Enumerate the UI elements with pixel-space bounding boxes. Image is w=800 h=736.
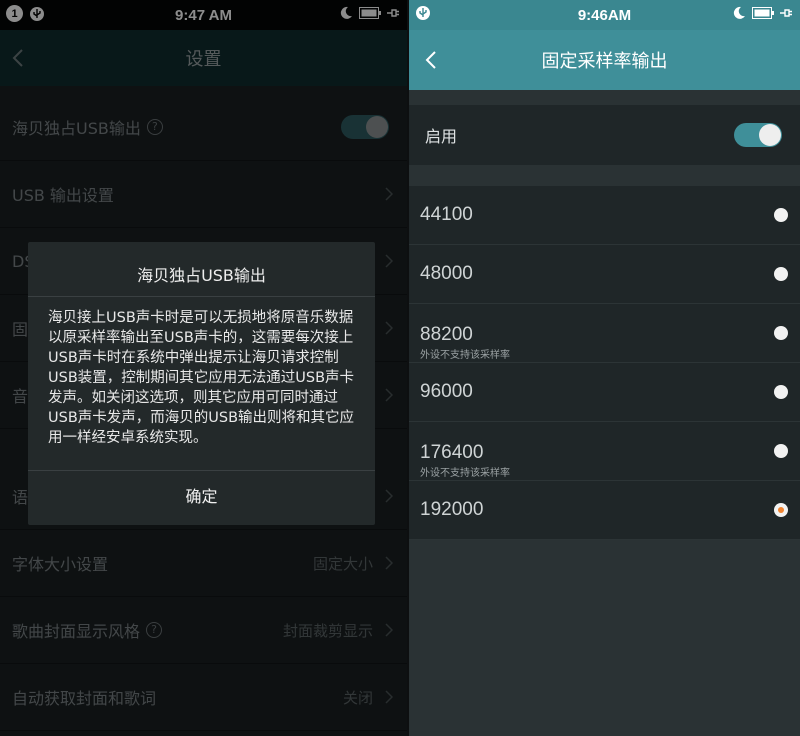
- title-bar: 固定采样率输出: [409, 30, 800, 90]
- status-time: 9:46AM: [577, 6, 632, 24]
- radio-button-selected[interactable]: [774, 503, 788, 517]
- rate-option[interactable]: 88200 外设不支持该采样率: [409, 304, 800, 363]
- usb-icon: [416, 6, 430, 20]
- moon-icon: [733, 6, 745, 19]
- radio-button[interactable]: [774, 326, 788, 340]
- settings-screen: 1 9:47 AM 设置 海贝独占USB输出 ? USB 输出设置 DS 固 音…: [0, 0, 407, 736]
- rate-value: 44100: [420, 204, 473, 225]
- dialog-message: 海贝接上USB声卡时是可以无损地将原音乐数据以原采样率输出至USB声卡的，这需要…: [48, 310, 355, 446]
- rate-unsupported-note: 外设不支持该采样率: [420, 350, 510, 361]
- dialog-divider: [28, 296, 375, 297]
- rate-option[interactable]: 44100: [409, 186, 800, 245]
- dialog-ok-button[interactable]: 确定: [28, 470, 375, 520]
- rate-value: 176400: [420, 442, 484, 463]
- charging-plug-icon: [780, 9, 792, 17]
- enable-toggle[interactable]: [734, 123, 782, 147]
- fixed-sample-rate-screen: 9:46AM 固定采样率输出 启用 44100 48000 88200 外设不支…: [409, 0, 800, 736]
- back-arrow-icon[interactable]: [425, 50, 437, 70]
- rate-option[interactable]: 176400 外设不支持该采样率: [409, 422, 800, 481]
- rate-value: 48000: [420, 263, 473, 284]
- dialog-title: 海贝独占USB输出: [137, 266, 266, 285]
- rate-option[interactable]: 48000: [409, 245, 800, 304]
- rate-unsupported-note: 外设不支持该采样率: [420, 468, 510, 479]
- sample-rate-list: 44100 48000 88200 外设不支持该采样率 96000 176400…: [409, 186, 800, 540]
- toggle-knob: [759, 124, 781, 146]
- rate-value: 192000: [420, 499, 484, 520]
- radio-button[interactable]: [774, 267, 788, 281]
- rate-value: 88200: [420, 324, 473, 345]
- exclusive-usb-dialog: 海贝独占USB输出 海贝接上USB声卡时是可以无损地将原音乐数据以原采样率输出至…: [28, 242, 375, 525]
- status-bar: 9:46AM: [409, 0, 800, 30]
- rate-option[interactable]: 96000: [409, 363, 800, 422]
- page-title: 固定采样率输出: [541, 51, 668, 72]
- rate-option[interactable]: 192000: [409, 481, 800, 540]
- enable-row[interactable]: 启用: [409, 105, 800, 165]
- radio-button[interactable]: [774, 208, 788, 222]
- rate-value: 96000: [420, 381, 473, 402]
- radio-button[interactable]: [774, 444, 788, 458]
- radio-button[interactable]: [774, 385, 788, 399]
- enable-label: 启用: [425, 127, 458, 146]
- battery-icon: [752, 7, 774, 19]
